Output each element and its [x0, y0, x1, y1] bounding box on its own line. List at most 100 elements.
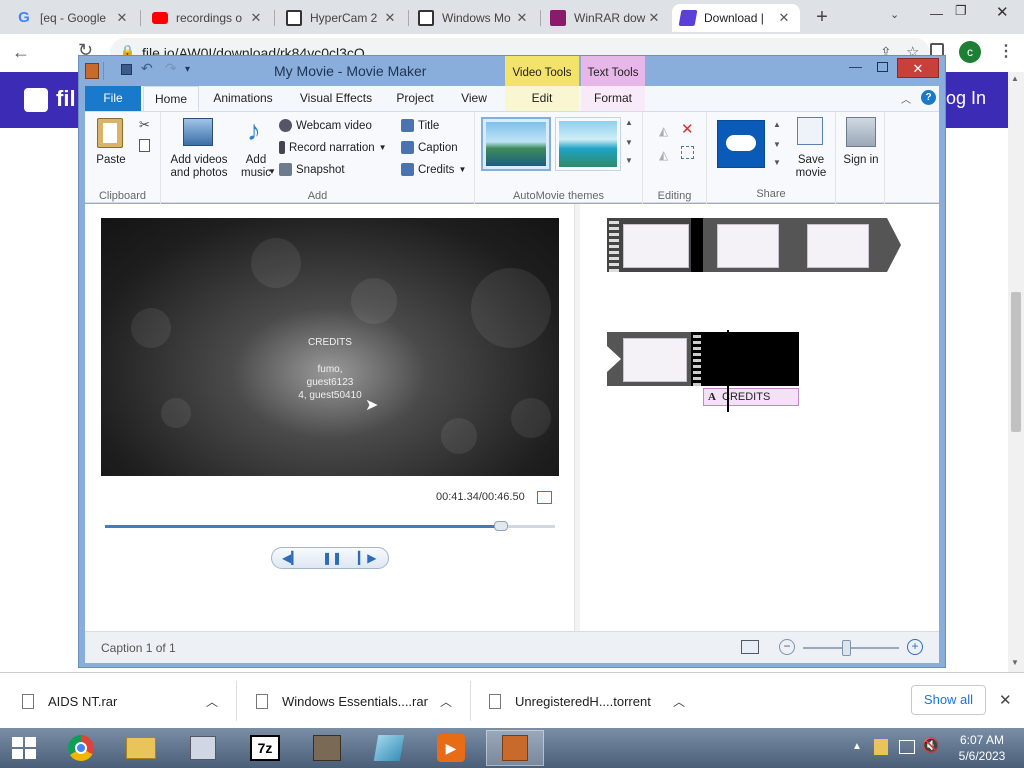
restore-icon[interactable]: ❐ [955, 3, 967, 19]
scroll-up-icon[interactable]: ▲ [1011, 74, 1019, 83]
close-icon[interactable]: ✕ [999, 691, 1012, 709]
more-themes-icon[interactable]: ▼ [625, 156, 633, 165]
tab-project[interactable]: Project [389, 86, 441, 111]
7zip-taskbar-button[interactable]: 7z [236, 730, 294, 766]
redo-icon[interactable]: ↷ [165, 60, 177, 77]
zoom-out-icon[interactable]: − [779, 639, 795, 655]
zoom-in-icon[interactable]: + [907, 639, 923, 655]
save-movie-button[interactable]: Save movie [787, 154, 835, 180]
volume-muted-icon[interactable]: 🔇 [922, 737, 939, 754]
webcam-video-button[interactable]: Webcam video [279, 119, 372, 132]
help-icon[interactable]: ? [921, 90, 936, 105]
taskmgr-taskbar-button[interactable] [174, 730, 232, 766]
scroll-down-icon[interactable]: ▼ [773, 140, 781, 149]
collapse-ribbon-icon[interactable]: ︿ [901, 91, 911, 106]
onedrive-icon[interactable] [717, 120, 765, 168]
explorer-taskbar-button[interactable] [112, 730, 170, 766]
close-icon[interactable]: ✕ [114, 10, 130, 26]
tab-view[interactable]: View [449, 86, 499, 111]
download-item[interactable]: Windows Essentials....rar ︿ [256, 673, 466, 729]
scroll-down-icon[interactable]: ▼ [625, 138, 633, 147]
movie-maker-taskbar-button[interactable] [486, 730, 544, 766]
snapshot-button[interactable]: Snapshot [279, 163, 345, 176]
download-item[interactable]: AIDS NT.rar ︿ [22, 673, 232, 729]
close-window-icon[interactable]: ✕ [996, 3, 1009, 21]
theme-thumbnail[interactable] [555, 117, 621, 171]
profile-avatar[interactable]: c [959, 41, 981, 63]
tab-animations[interactable]: Animations [205, 86, 281, 111]
credits-clip[interactable] [691, 332, 799, 386]
undo-icon[interactable]: ↶ [141, 60, 153, 77]
tab-visual-effects[interactable]: Visual Effects [293, 86, 379, 111]
show-hidden-icons-icon[interactable]: ▲ [852, 741, 862, 752]
sign-in-button[interactable]: Sign in [836, 154, 886, 167]
fullscreen-icon[interactable] [537, 491, 552, 504]
download-item[interactable]: UnregisteredH....torrent ︿ [489, 673, 699, 729]
start-button[interactable] [0, 730, 48, 766]
seek-thumb[interactable] [493, 521, 508, 531]
zoom-slider-thumb[interactable] [842, 640, 852, 656]
credits-button[interactable]: Credits ▼ [401, 163, 466, 176]
title-button[interactable]: Title [401, 119, 439, 132]
tab-format[interactable]: Format [581, 86, 645, 111]
tab-hypercam[interactable]: HyperCam 2 ✕ [278, 4, 406, 32]
record-narration-button[interactable]: Record narration ▼ [279, 141, 387, 154]
next-frame-icon[interactable]: ▎▶ [358, 551, 376, 565]
add-videos-button[interactable]: Add videos and photos [163, 154, 235, 180]
caption-button[interactable]: Caption [401, 141, 458, 154]
network-icon[interactable] [899, 740, 915, 754]
tab-windows-movie[interactable]: Windows Mo ✕ [410, 4, 538, 32]
close-window-button[interactable]: ✕ [897, 58, 939, 78]
customize-qat-icon[interactable]: ▾ [185, 64, 190, 75]
tab-file[interactable]: File [85, 86, 141, 111]
tab-download-active[interactable]: Download | ✕ [672, 4, 800, 32]
minimize-icon[interactable]: — [930, 6, 943, 21]
new-tab-button[interactable]: + [812, 6, 832, 28]
clock[interactable]: 6:07 AM 5/6/2023 [952, 732, 1012, 764]
hypercam-taskbar-button[interactable] [298, 730, 356, 766]
back-arrow-icon[interactable]: ← [12, 42, 30, 63]
minimize-icon[interactable]: — [849, 59, 862, 74]
tab-google[interactable]: G [eq - Google ✕ [8, 4, 138, 32]
chevron-up-icon[interactable]: ︿ [206, 693, 218, 710]
remove-icon[interactable]: ✕ [681, 120, 694, 138]
tab-home[interactable]: Home [143, 86, 199, 111]
previous-frame-icon[interactable]: ◀▎ [282, 551, 300, 565]
login-link[interactable]: og In [946, 88, 986, 109]
menu-icon[interactable]: ⋮ [998, 41, 1014, 61]
flag-icon[interactable] [874, 739, 888, 755]
video-clip[interactable] [607, 332, 691, 386]
close-icon[interactable]: ✕ [514, 10, 530, 26]
chevron-up-icon[interactable]: ︿ [440, 693, 452, 710]
rotate-right-icon[interactable]: ◭ [659, 148, 668, 162]
maximize-icon[interactable] [877, 62, 888, 72]
seek-bar[interactable] [105, 521, 555, 531]
tab-winrar[interactable]: WinRAR dow ✕ [542, 4, 670, 32]
chrome-taskbar-button[interactable] [52, 730, 110, 766]
save-icon[interactable] [121, 64, 132, 75]
close-icon[interactable]: ✕ [248, 10, 264, 26]
page-scrollbar[interactable]: ▲ ▼ [1008, 72, 1024, 672]
scrollbar-thumb[interactable] [1011, 292, 1021, 432]
dropdown-arrow-icon[interactable]: ▼ [268, 167, 276, 176]
chevron-up-icon[interactable]: ︿ [673, 693, 685, 710]
theme-thumbnail[interactable] [481, 117, 551, 171]
video-clip[interactable] [703, 218, 787, 272]
select-all-icon[interactable] [681, 146, 694, 159]
pause-icon[interactable]: ❚❚ [322, 551, 342, 565]
media-player-taskbar-button[interactable]: ▶ [422, 730, 480, 766]
more-share-icon[interactable]: ▼ [773, 158, 781, 167]
scroll-down-icon[interactable]: ▼ [1011, 658, 1019, 667]
show-all-button[interactable]: Show all [911, 685, 986, 715]
zoom-slider[interactable] [803, 640, 899, 656]
close-icon[interactable]: ✕ [382, 10, 398, 26]
paste-button[interactable]: Paste [89, 154, 133, 167]
scroll-up-icon[interactable]: ▲ [625, 118, 633, 127]
app-taskbar-button[interactable] [360, 730, 418, 766]
pane-splitter[interactable] [574, 204, 580, 631]
preview-monitor[interactable]: CREDITS fumo, guest6123 4, guest50410 ➤ [101, 218, 559, 476]
video-clip[interactable] [607, 218, 691, 272]
close-icon[interactable]: ✕ [646, 10, 662, 26]
rotate-left-icon[interactable]: ◭ [659, 124, 668, 138]
tab-youtube[interactable]: recordings o ✕ [144, 4, 272, 32]
